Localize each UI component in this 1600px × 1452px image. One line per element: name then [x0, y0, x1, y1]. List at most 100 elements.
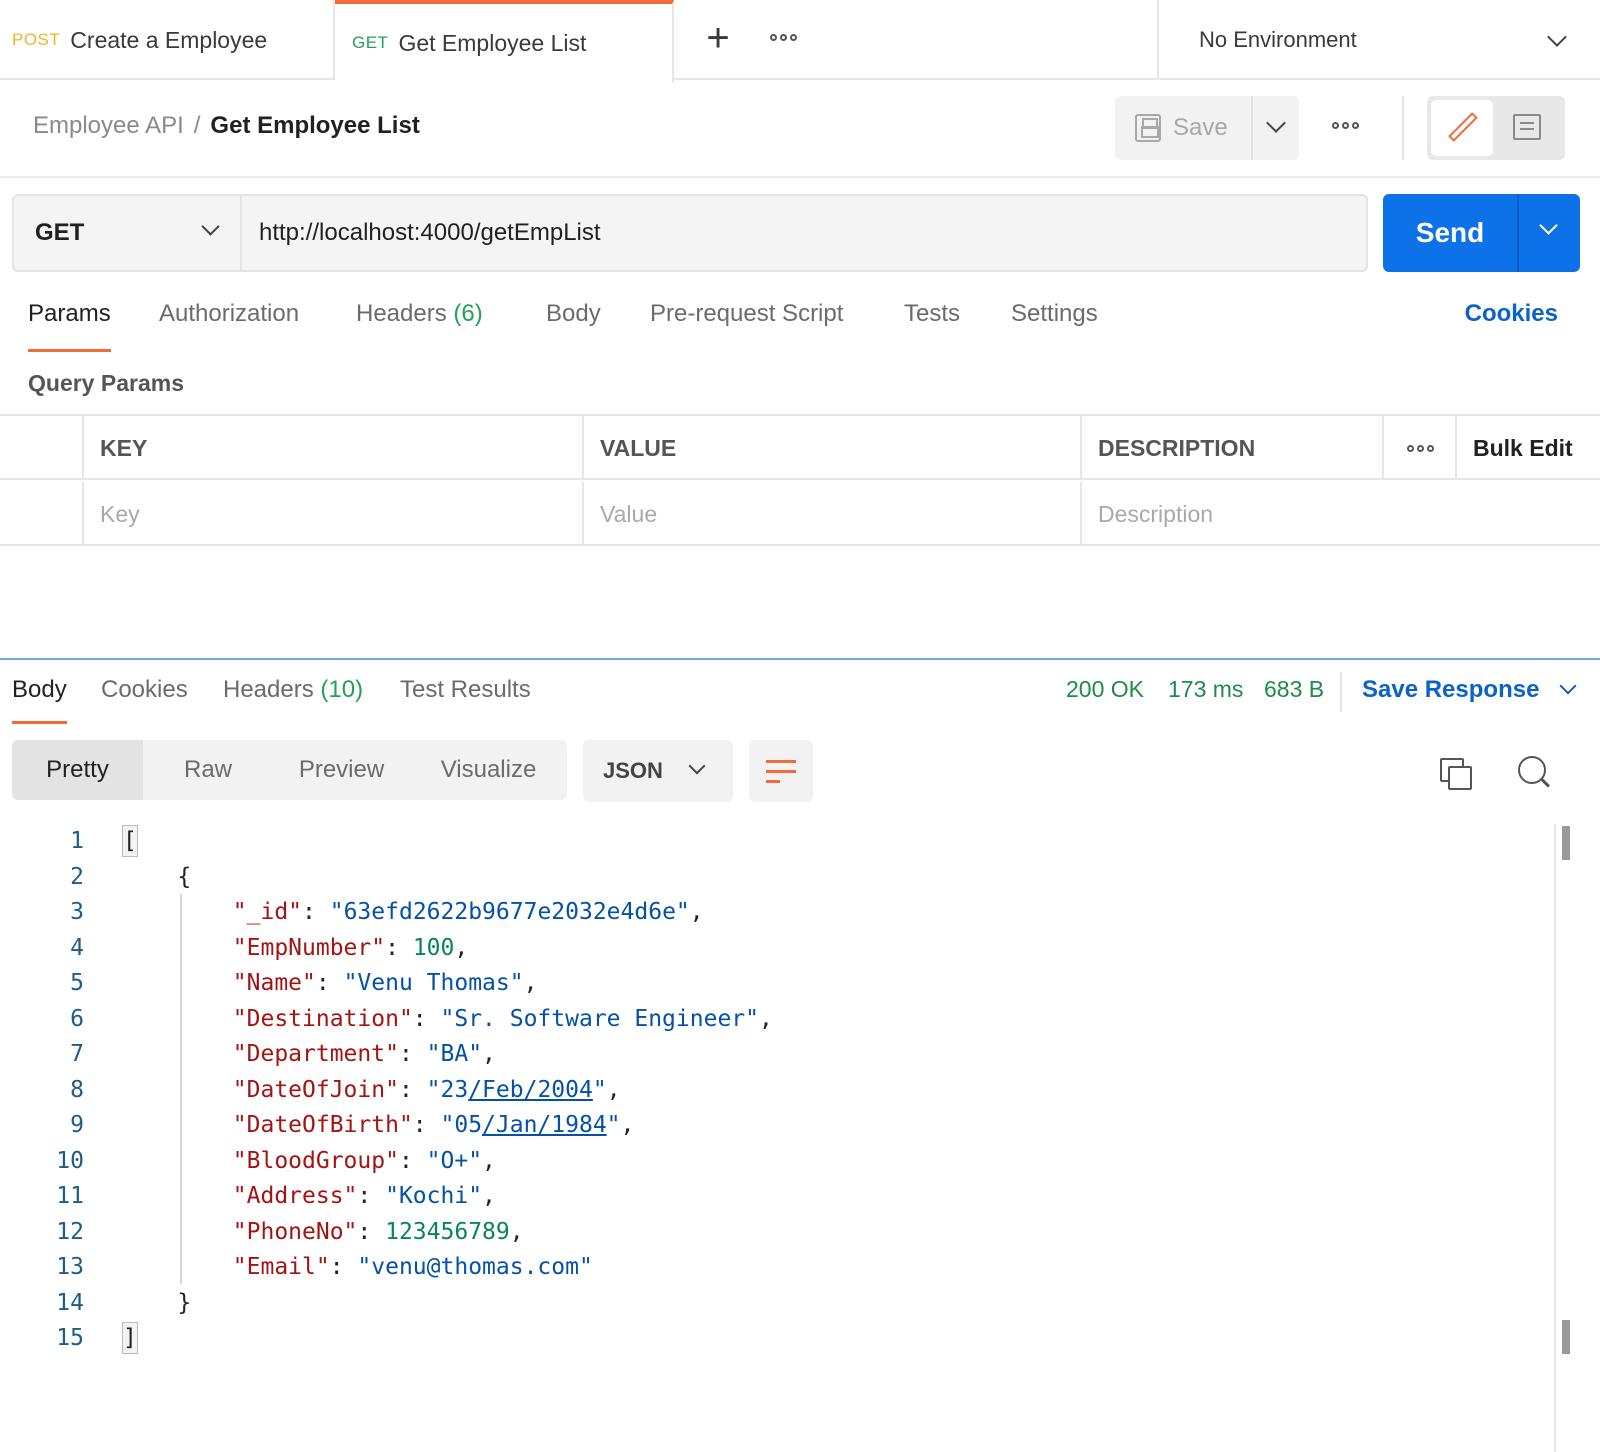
- request-tab-bar: POST Create a Employee GET Get Employee …: [0, 0, 1600, 82]
- save-response-button[interactable]: Save Response: [1362, 676, 1577, 704]
- copy-icon[interactable]: [1440, 758, 1472, 790]
- tab-headers[interactable]: Headers (6): [356, 300, 483, 352]
- table-header-row: KEY VALUE DESCRIPTION Bulk Edit: [0, 416, 1600, 480]
- line-number: 7: [70, 1041, 84, 1067]
- method-value: GET: [35, 219, 85, 246]
- tab-params[interactable]: Params: [28, 300, 111, 352]
- save-options-button[interactable]: [1251, 96, 1299, 160]
- code-line: ]: [122, 1321, 773, 1357]
- tab-get-employee-list[interactable]: GET Get Employee List: [335, 0, 674, 82]
- save-button[interactable]: Save: [1115, 96, 1251, 160]
- environment-label: No Environment: [1199, 27, 1357, 52]
- code-line: "PhoneNo": 123456789,: [232, 1218, 524, 1245]
- tab-body[interactable]: Body: [546, 300, 601, 352]
- edit-mode-button[interactable]: [1431, 100, 1493, 156]
- more-icon[interactable]: [1332, 122, 1359, 129]
- more-icon: [1406, 444, 1434, 452]
- tab-title: Create a Employee: [70, 26, 268, 53]
- tab-create-employee[interactable]: POST Create a Employee: [0, 0, 335, 80]
- comment-icon[interactable]: [1513, 114, 1541, 140]
- method-select[interactable]: GET: [14, 196, 242, 270]
- tab-test-results[interactable]: Test Results: [400, 676, 531, 724]
- code-line: "EmpNumber": 100,: [232, 934, 469, 961]
- divider: [1340, 672, 1342, 712]
- param-value-cell: [582, 482, 1082, 546]
- code-line: "Name": "Venu Thomas",: [232, 970, 538, 996]
- format-select[interactable]: JSON: [583, 740, 733, 802]
- code-line: {: [177, 863, 192, 890]
- save-button-group: Save: [1115, 96, 1299, 160]
- url-input[interactable]: [259, 196, 1339, 270]
- view-raw[interactable]: Raw: [143, 740, 273, 800]
- param-value-input[interactable]: [600, 500, 1034, 528]
- tab-response-body[interactable]: Body: [12, 676, 67, 724]
- line-number: 14: [56, 1289, 84, 1316]
- code-line: "Destination": "Sr. Software Engineer",: [232, 1005, 773, 1032]
- response-size[interactable]: 683 B: [1264, 676, 1324, 703]
- more-icon[interactable]: [770, 34, 797, 41]
- pane-resize-handle[interactable]: [0, 658, 1600, 660]
- headers-count: (10): [320, 676, 364, 703]
- scrollbar-marker: [1562, 1320, 1570, 1354]
- request-header: Employee API / Get Employee List Save: [0, 82, 1600, 178]
- response-body-editor[interactable]: 1 2 3 4 5 6 7 8 9 10 11 12 13 14 15 [ { …: [0, 824, 1555, 1424]
- date-link[interactable]: /Jan/1984: [482, 1112, 607, 1138]
- code-lines: [ { "_id": "63efd2622b9677e2032e4d6e", "…: [122, 824, 773, 1357]
- bulk-edit-button[interactable]: Bulk Edit: [1455, 416, 1600, 480]
- tab-prerequest-script[interactable]: Pre-request Script: [650, 300, 843, 352]
- send-button[interactable]: Send: [1383, 194, 1517, 272]
- chevron-down-icon: [201, 217, 220, 236]
- search-icon[interactable]: [1518, 756, 1552, 790]
- tab-settings[interactable]: Settings: [1011, 300, 1098, 352]
- line-number: 13: [56, 1254, 84, 1280]
- send-options-button[interactable]: [1517, 194, 1580, 272]
- tab-label: Headers: [223, 676, 314, 703]
- code-line: "DateOfJoin": "23/Feb/2004",: [232, 1076, 621, 1103]
- date-link[interactable]: /Feb/2004: [468, 1077, 593, 1103]
- save-response-label: Save Response: [1362, 676, 1540, 703]
- environment-selector[interactable]: No Environment: [1157, 0, 1600, 80]
- chevron-down-icon: [1539, 216, 1558, 235]
- send-button-group: Send: [1383, 194, 1580, 272]
- line-number: 1: [70, 828, 84, 854]
- url-bar: GET: [12, 194, 1368, 272]
- plus-icon[interactable]: +: [698, 18, 738, 58]
- cookies-link[interactable]: Cookies: [1465, 300, 1558, 328]
- breadcrumb-collection[interactable]: Employee API: [33, 112, 184, 139]
- request-tabs: Params Authorization Headers (6) Body Pr…: [0, 300, 1600, 352]
- tab-authorization[interactable]: Authorization: [159, 300, 299, 352]
- table-row: [0, 482, 1600, 546]
- line-number: 9: [70, 1112, 84, 1138]
- line-number: 11: [56, 1183, 84, 1209]
- breadcrumb-request[interactable]: Get Employee List: [210, 112, 419, 139]
- tab-label: Headers: [356, 300, 447, 327]
- column-options[interactable]: [1382, 416, 1456, 480]
- wrap-lines-button[interactable]: [749, 740, 813, 802]
- response-time[interactable]: 173 ms: [1168, 676, 1243, 703]
- view-mode-toggle: [1427, 96, 1565, 160]
- tab-response-headers[interactable]: Headers (10): [223, 676, 363, 724]
- chevron-down-icon: [688, 757, 706, 775]
- param-key-input[interactable]: [100, 500, 536, 528]
- column-description: DESCRIPTION: [1080, 416, 1384, 480]
- pencil-icon: [1448, 112, 1478, 142]
- scrollbar-track[interactable]: [1554, 824, 1556, 1452]
- view-pretty[interactable]: Pretty: [12, 740, 143, 800]
- code-line: "Department": "BA",: [232, 1041, 496, 1067]
- param-description-input[interactable]: [1098, 500, 1550, 528]
- tab-tests[interactable]: Tests: [904, 300, 960, 352]
- line-number: 8: [70, 1076, 84, 1103]
- view-visualize[interactable]: Visualize: [410, 740, 567, 800]
- line-number: 5: [70, 970, 84, 996]
- code-line: "DateOfBirth": "05/Jan/1984",: [232, 1112, 635, 1138]
- tab-response-cookies[interactable]: Cookies: [101, 676, 188, 724]
- view-preview[interactable]: Preview: [273, 740, 410, 800]
- column-key: KEY: [82, 416, 584, 480]
- tab-method-post: POST: [12, 30, 61, 49]
- code-line: "_id": "63efd2622b9677e2032e4d6e",: [232, 899, 704, 925]
- code-line: "Address": "Kochi",: [232, 1183, 496, 1209]
- status-code[interactable]: 200 OK: [1066, 676, 1144, 703]
- divider: [1402, 96, 1404, 160]
- headers-count: (6): [453, 300, 483, 327]
- query-params-title: Query Params: [28, 370, 184, 396]
